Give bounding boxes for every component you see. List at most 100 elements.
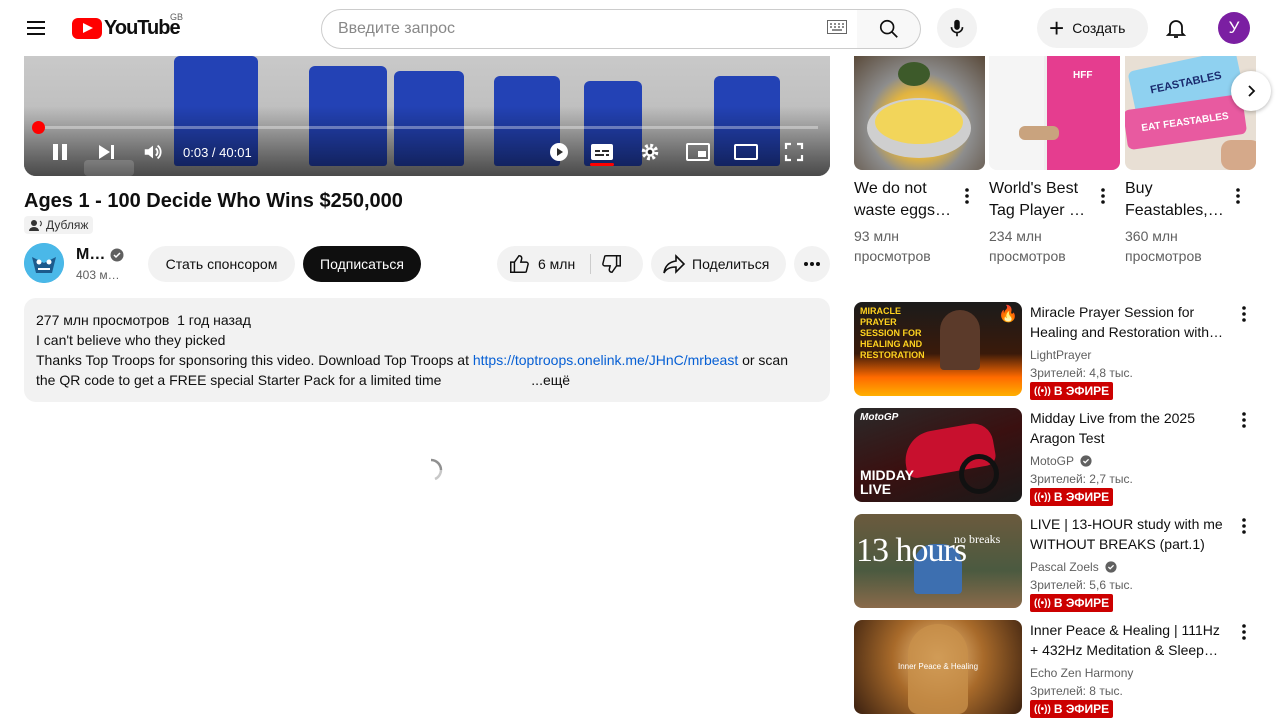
like-button[interactable]: 6 млн bbox=[497, 246, 589, 282]
short-thumb-text: HFF bbox=[1073, 70, 1093, 81]
menu-button[interactable] bbox=[16, 8, 56, 48]
loading-spinner-icon bbox=[430, 458, 443, 481]
more-vertical-icon bbox=[1242, 306, 1246, 322]
description-line: Thanks Top Troops for sponsoring this vi… bbox=[36, 350, 818, 370]
verified-icon bbox=[110, 248, 124, 262]
description-box[interactable]: 277 млн просмотров 1 год назад I can't b… bbox=[24, 298, 830, 402]
join-button[interactable]: Стать спонсором bbox=[148, 246, 295, 282]
notifications-button[interactable] bbox=[1156, 8, 1196, 48]
short-title-line: Buy bbox=[1125, 180, 1153, 197]
volume-button[interactable] bbox=[141, 140, 165, 164]
youtube-logo[interactable]: YouTube GB bbox=[72, 12, 183, 40]
recommendation-menu-button[interactable] bbox=[1232, 302, 1256, 326]
short-title-line: Tag Player … bbox=[989, 202, 1086, 219]
recommendation-thumbnail[interactable]: MIRACLE PRAYER SESSION FOR HEALING AND R… bbox=[854, 302, 1022, 396]
short-menu-button[interactable] bbox=[955, 184, 979, 208]
recommendation-title[interactable]: LIVE | 13-HOUR study with me WITHOUT BRE… bbox=[1030, 514, 1230, 554]
thumb-figure bbox=[940, 310, 980, 370]
recommendation-channel[interactable]: Pascal Zoels bbox=[1030, 560, 1117, 574]
next-button[interactable] bbox=[94, 140, 118, 164]
like-divider bbox=[590, 254, 591, 274]
short-thumbnail[interactable] bbox=[854, 56, 985, 170]
recommendation-menu-button[interactable] bbox=[1232, 514, 1256, 538]
scrubber-handle[interactable] bbox=[32, 121, 45, 134]
sponsor-link[interactable]: https://toptroops.onelink.me/JHnC/mrbeas… bbox=[473, 352, 738, 368]
verified-icon bbox=[1105, 561, 1117, 573]
channel-logo-icon bbox=[24, 243, 64, 283]
live-badge-label: В ЭФИРЕ bbox=[1053, 490, 1110, 504]
top-header: YouTube GB Введите запрос + Создать У bbox=[0, 0, 1280, 56]
short-views: 234 млн просмотров bbox=[989, 226, 1089, 266]
share-label: Поделиться bbox=[692, 256, 770, 272]
recommendation-thumb-text: MotoGP bbox=[860, 412, 899, 423]
description-line: I can't believe who they picked bbox=[36, 332, 226, 348]
share-button[interactable]: Поделиться bbox=[651, 246, 786, 282]
view-count: 277 млн просмотров bbox=[36, 312, 170, 328]
more-vertical-icon bbox=[1242, 412, 1246, 428]
short-menu-button[interactable] bbox=[1226, 184, 1250, 208]
short-menu-button[interactable] bbox=[1091, 184, 1115, 208]
skip-next-icon bbox=[99, 145, 114, 159]
channel-name[interactable]: M… bbox=[76, 246, 105, 264]
voice-search-button[interactable] bbox=[937, 8, 977, 48]
short-views-line: 93 млн bbox=[854, 228, 899, 244]
video-title: Ages 1 - 100 Decide Who Wins $250,000 bbox=[24, 190, 403, 212]
recommendation-viewers: Зрителей: 8 тыс. bbox=[1030, 684, 1123, 698]
recommendation-menu-button[interactable] bbox=[1232, 408, 1256, 432]
dislike-button[interactable] bbox=[601, 253, 623, 278]
recommendation-channel-name: Pascal Zoels bbox=[1030, 560, 1099, 574]
thumb-hand bbox=[1019, 126, 1059, 140]
video-player[interactable]: 0:03 / 40:01 bbox=[24, 56, 830, 176]
hamburger-icon bbox=[27, 21, 45, 35]
shorts-next-button[interactable] bbox=[1231, 71, 1271, 111]
search-button[interactable] bbox=[857, 9, 921, 49]
recommendation-menu-button[interactable] bbox=[1232, 620, 1256, 644]
keyboard-icon[interactable] bbox=[827, 20, 847, 34]
recommendation-title[interactable]: Inner Peace & Healing | 111Hz + 432Hz Me… bbox=[1030, 620, 1230, 660]
share-icon bbox=[663, 254, 686, 274]
progress-bar[interactable] bbox=[36, 126, 818, 129]
recommendation-channel-name: MotoGP bbox=[1030, 454, 1074, 468]
settings-button[interactable] bbox=[638, 140, 662, 164]
recommendation-title[interactable]: Midday Live from the 2025 Aragon Test bbox=[1030, 408, 1230, 448]
volume-icon bbox=[144, 144, 162, 160]
more-actions-button[interactable] bbox=[794, 246, 830, 282]
recommendation-viewers: Зрителей: 5,6 тыс. bbox=[1030, 578, 1133, 592]
recommendation-channel[interactable]: Echo Zen Harmony bbox=[1030, 666, 1133, 680]
live-broadcast-icon: ((•)) bbox=[1034, 703, 1051, 715]
subscribe-button[interactable]: Подписаться bbox=[303, 246, 421, 282]
short-thumbnail[interactable]: FEASTABLES EAT FEASTABLES bbox=[1125, 56, 1256, 170]
country-code: GB bbox=[170, 12, 184, 22]
fullscreen-icon bbox=[784, 142, 804, 162]
pause-button[interactable] bbox=[48, 140, 72, 164]
theater-mode-button[interactable] bbox=[734, 140, 758, 164]
channel-avatar[interactable] bbox=[24, 243, 64, 283]
plus-icon: + bbox=[1049, 13, 1065, 43]
search-input[interactable]: Введите запрос bbox=[321, 9, 858, 49]
logo-text: YouTube bbox=[104, 16, 181, 39]
short-title[interactable]: Buy Feastables,… bbox=[1125, 178, 1225, 222]
short-thumbnail[interactable]: HFF bbox=[989, 56, 1120, 170]
short-title[interactable]: World's Best Tag Player … bbox=[989, 178, 1089, 222]
live-badge: ((•)) В ЭФИРЕ bbox=[1030, 382, 1114, 400]
create-button[interactable]: + Создать bbox=[1037, 8, 1148, 48]
recommendation-thumbnail[interactable]: 13 hours no breaks bbox=[854, 514, 1022, 608]
thumb-figure bbox=[989, 56, 1044, 170]
live-badge-label: В ЭФИРЕ bbox=[1053, 702, 1110, 716]
account-avatar[interactable]: У bbox=[1218, 12, 1250, 44]
fullscreen-button[interactable] bbox=[782, 140, 806, 164]
microphone-icon bbox=[950, 19, 964, 37]
recommendation-thumbnail[interactable]: MotoGP MIDDAY LIVE bbox=[854, 408, 1022, 502]
subtitles-button[interactable] bbox=[590, 140, 614, 164]
more-vertical-icon bbox=[1236, 188, 1240, 204]
miniplayer-button[interactable] bbox=[686, 140, 710, 164]
short-title[interactable]: We do not waste eggs… bbox=[854, 178, 954, 222]
recommendation-title[interactable]: Miracle Prayer Session for Healing and R… bbox=[1030, 302, 1230, 342]
show-more-button[interactable]: ...ещё bbox=[531, 372, 570, 388]
short-views-line: просмотров bbox=[989, 248, 1066, 264]
recommendation-channel[interactable]: MotoGP bbox=[1030, 454, 1092, 468]
live-badge: ((•)) В ЭФИРЕ bbox=[1030, 700, 1114, 718]
recommendation-thumbnail[interactable]: Inner Peace & Healing bbox=[854, 620, 1022, 714]
recommendation-channel[interactable]: LightPrayer bbox=[1030, 348, 1091, 362]
autoplay-toggle[interactable] bbox=[547, 140, 571, 164]
